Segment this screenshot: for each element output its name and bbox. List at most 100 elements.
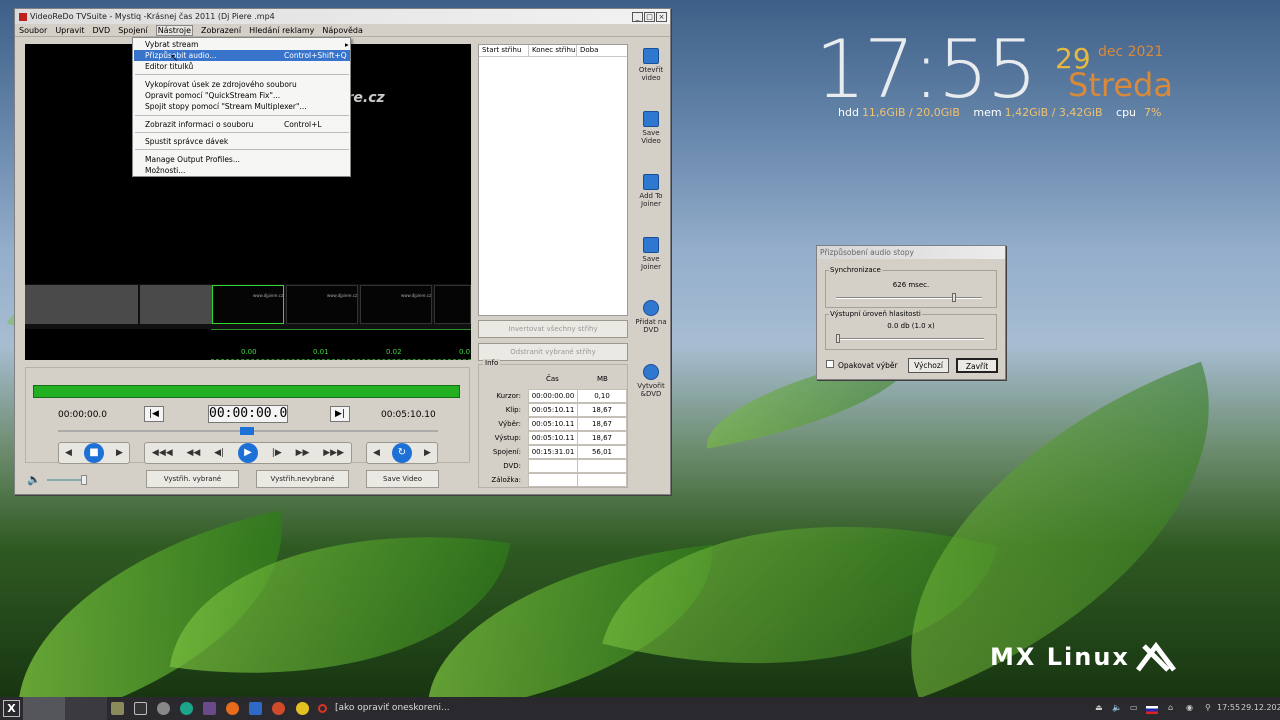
menu-item-copy-segment[interactable]: Vykopírovat úsek ze zdrojového souboru xyxy=(134,79,350,90)
menu-nastroje[interactable]: Nástroje xyxy=(155,24,194,36)
play-button[interactable]: ▶ xyxy=(237,443,258,463)
opera-icon[interactable] xyxy=(272,702,285,715)
maximize-button[interactable]: □ xyxy=(644,11,655,22)
next-icon[interactable]: ▶ xyxy=(116,448,123,458)
minimize-button[interactable]: _ xyxy=(632,11,643,22)
mx-logo-icon xyxy=(1135,642,1176,672)
volume-thumb[interactable] xyxy=(81,475,87,485)
menu-dvd[interactable]: DVD xyxy=(93,26,111,35)
col-start[interactable]: Start střihu xyxy=(479,45,529,56)
next-icon[interactable]: ▶ xyxy=(424,448,431,458)
remove-cuts-button[interactable]: Odstranit vybrané střihy xyxy=(478,343,628,361)
filmstrip-frame[interactable]: www.djpiere.cz xyxy=(286,285,358,324)
file-manager-icon[interactable] xyxy=(111,702,124,715)
save-video-side-button[interactable]: Save Video xyxy=(634,111,668,145)
filmstrip-frame-selected[interactable]: www.djpiere.cz xyxy=(212,285,284,324)
col-end[interactable]: Konec střihu xyxy=(529,45,577,56)
menu-spojeni[interactable]: Spojení xyxy=(118,26,148,35)
app-icon[interactable] xyxy=(296,702,309,715)
info-mb xyxy=(577,459,627,473)
position-slider-thumb[interactable] xyxy=(240,427,254,435)
default-button[interactable]: Výchozí xyxy=(908,358,949,373)
menu-item-adjust-audio[interactable]: Přizpůsobit audio... Control+Shift+Q xyxy=(134,50,350,61)
prev-icon[interactable]: ◀ xyxy=(65,448,72,458)
go-to-start-button[interactable]: |◀ xyxy=(144,406,164,422)
volume-level-track[interactable] xyxy=(836,338,984,340)
forward-fast-button[interactable]: ▶▶▶ xyxy=(323,448,344,458)
col-duration[interactable]: Doba xyxy=(577,45,627,56)
volume-icon[interactable]: 🔈 xyxy=(27,473,41,486)
menu-item-output-profiles[interactable]: Manage Output Profiles... xyxy=(134,154,350,165)
save-video-button[interactable]: Save Video xyxy=(366,470,439,488)
cut-list[interactable]: Start střihu Konec střihu Doba xyxy=(478,44,628,316)
title-bar[interactable]: VideoReDo TVSuite - Mystiq -Krásnej čas … xyxy=(15,9,670,24)
document-icon[interactable] xyxy=(249,702,262,715)
start-menu-button[interactable]: X xyxy=(3,700,20,717)
filmstrip[interactable]: www.djpiere.cz www.djpiere.cz www.djpier… xyxy=(25,284,471,329)
menu-item-subtitle-editor[interactable]: Editor titulků xyxy=(134,61,350,72)
volume-level-thumb[interactable] xyxy=(836,334,840,343)
filmstrip-frame[interactable] xyxy=(434,285,471,324)
menu-upravit[interactable]: Upravit xyxy=(55,26,84,35)
menu-item-file-info[interactable]: Zobrazit informaci o souboru Control+L xyxy=(134,119,350,130)
add-to-dvd-button[interactable]: Přidat na DVD xyxy=(634,300,668,334)
app-icon[interactable] xyxy=(203,702,216,715)
prev-icon[interactable]: ◀ xyxy=(373,448,380,458)
workspace-1[interactable] xyxy=(23,697,65,720)
repeat-checkbox[interactable] xyxy=(826,360,834,368)
menu-item-options[interactable]: Možnosti... xyxy=(134,165,350,176)
menu-napoveda[interactable]: Nápověda xyxy=(322,26,363,35)
menu-item-select-stream[interactable]: Vybrat stream ▸ xyxy=(134,39,350,50)
forward-button[interactable]: ▶▶ xyxy=(296,448,310,458)
create-dvd-button[interactable]: Vytvořit &DVD xyxy=(634,364,668,398)
menu-item-stream-multiplexer[interactable]: Spojit stopy pomocí "Stream Multiplexer"… xyxy=(134,101,350,112)
eject-icon[interactable]: ⏏ xyxy=(1095,703,1103,712)
close-button[interactable]: × xyxy=(656,11,667,22)
volume-slider[interactable] xyxy=(47,479,85,481)
info-mb: 18,67 xyxy=(577,431,627,445)
dialog-title[interactable]: Přizpůsobení audio stopy xyxy=(817,246,1005,259)
update-icon[interactable]: ◉ xyxy=(1186,703,1193,712)
filmstrip-frame[interactable] xyxy=(140,285,212,324)
progress-bar[interactable] xyxy=(33,385,460,398)
menu-item-label: Spojit stopy pomocí "Stream Multiplexer"… xyxy=(145,102,307,111)
rewind-fast-button[interactable]: ◀◀◀ xyxy=(152,448,173,458)
timeline-ruler[interactable]: 0.00 0.01 0.02 0.0 xyxy=(211,329,471,360)
current-time-display[interactable]: 00:00:00.0 xyxy=(208,405,288,423)
attachment-icon[interactable]: ⚲ xyxy=(1205,703,1211,712)
app-icon[interactable] xyxy=(180,702,193,715)
menu-hledani-reklamy[interactable]: Hledání reklamy xyxy=(249,26,314,35)
step-forward-button[interactable]: |▶ xyxy=(272,448,282,458)
filmstrip-frame[interactable] xyxy=(66,285,138,324)
rewind-button[interactable]: ◀◀ xyxy=(187,448,201,458)
ruler-tick: 0.0 xyxy=(459,348,471,356)
firefox-icon[interactable] xyxy=(226,702,239,715)
network-icon[interactable]: ⌂ xyxy=(1168,703,1173,712)
keyboard-layout-flag-icon[interactable] xyxy=(1146,706,1158,714)
window-tray-icon[interactable]: ▭ xyxy=(1130,703,1138,712)
repeat-button[interactable]: ↻ xyxy=(391,443,412,463)
menu-item-batch-manager[interactable]: Spustit správce dávek xyxy=(134,136,350,147)
save-joiner-button[interactable]: Save Joiner xyxy=(634,237,668,271)
stop-button[interactable]: ■ xyxy=(83,443,104,463)
cut-unselected-button[interactable]: Vystřih.nevybrané xyxy=(256,470,349,488)
filmstrip-frame[interactable]: www.djpiere.cz xyxy=(360,285,432,324)
workspace-2[interactable] xyxy=(65,697,107,720)
menu-zobrazeni[interactable]: Zobrazení xyxy=(201,26,241,35)
volume-tray-icon[interactable]: 🔈 xyxy=(1112,703,1122,712)
add-to-joiner-button[interactable]: Add To Joiner xyxy=(634,174,668,208)
transport-group: ◀◀◀ ◀◀ ◀| ▶ |▶ ▶▶ ▶▶▶ xyxy=(144,442,352,464)
cut-selected-button[interactable]: Vystřih. vybrané xyxy=(146,470,239,488)
sync-slider-track[interactable] xyxy=(836,297,982,299)
active-task[interactable]: [ako opraviť oneskoreni... xyxy=(335,703,450,713)
menu-item-quickstream-fix[interactable]: Opravit pomocí "QuickStream Fix"... xyxy=(134,90,350,101)
sync-slider-thumb[interactable] xyxy=(952,293,957,302)
close-dialog-button[interactable]: Zavřít xyxy=(956,358,998,373)
go-to-end-button[interactable]: ▶| xyxy=(330,406,350,422)
open-video-button[interactable]: Otevřít video xyxy=(634,48,668,82)
step-back-button[interactable]: ◀| xyxy=(214,448,224,458)
invert-cuts-button[interactable]: Invertovat všechny střihy xyxy=(478,320,628,338)
menu-soubor[interactable]: Soubor xyxy=(19,26,47,35)
terminal-icon[interactable] xyxy=(134,702,147,715)
settings-icon[interactable] xyxy=(157,702,170,715)
